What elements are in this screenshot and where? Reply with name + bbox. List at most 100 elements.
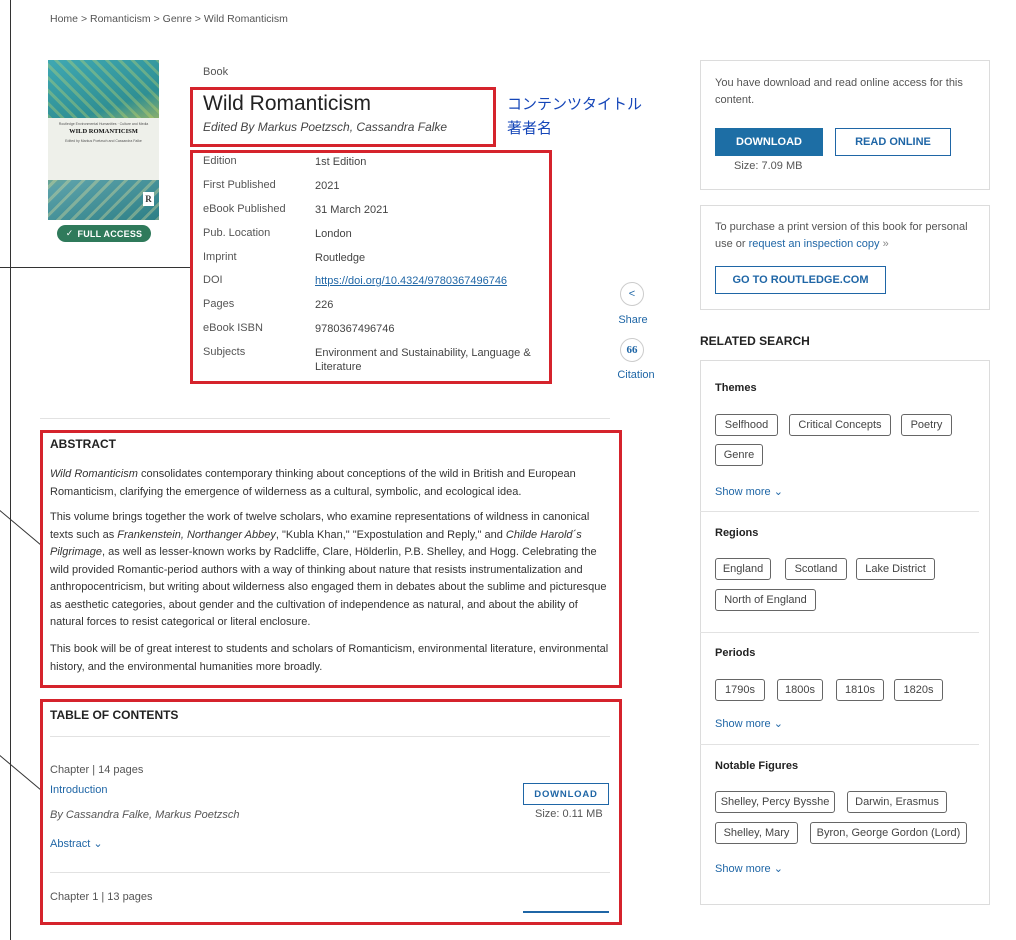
metadata-row: Pages 226	[203, 298, 540, 312]
group-heading-periods: Periods	[715, 647, 756, 659]
abstract-toggle-label: Abstract	[50, 838, 91, 850]
metadata-value: 9780367496746	[315, 323, 395, 335]
metadata-label: Edition	[203, 155, 237, 167]
tag-selfhood[interactable]: Selfhood	[715, 414, 778, 436]
metadata-row: Imprint Routledge	[203, 251, 540, 265]
doi-link[interactable]: https://doi.org/10.4324/9780367496746	[315, 274, 540, 288]
metadata-value: 1st Edition	[315, 156, 367, 168]
tag-poetry[interactable]: Poetry	[901, 414, 952, 436]
breadcrumb-separator: >	[153, 13, 160, 25]
breadcrumb-home[interactable]: Home	[50, 13, 78, 25]
tag-scotland[interactable]: Scotland	[785, 558, 847, 580]
metadata-row: Pub. Location London	[203, 227, 540, 241]
chevron-down-icon: ⌄	[773, 486, 783, 498]
breadcrumb-separator: >	[194, 13, 201, 25]
download-button[interactable]: DOWNLOAD	[715, 128, 823, 156]
tag-critical-concepts[interactable]: Critical Concepts	[789, 414, 891, 436]
group-heading-notable-figures: Notable Figures	[715, 760, 799, 772]
book-title-emphasis: Wild Romanticism	[50, 468, 138, 480]
cover-artwork-top	[48, 60, 159, 118]
metadata-row: First Published 2021	[203, 179, 540, 193]
chapter-meta: Chapter 1 | 13 pages	[50, 891, 153, 903]
read-online-button[interactable]: READ ONLINE	[835, 128, 951, 156]
group-heading-regions: Regions	[715, 527, 759, 539]
metadata-value: Routledge	[315, 252, 366, 264]
tag-england[interactable]: England	[715, 558, 771, 580]
full-access-label: FULL ACCESS	[77, 228, 143, 239]
abstract-text: , as well as lesser-known works by Radcl…	[50, 546, 607, 628]
tag-1790s[interactable]: 1790s	[715, 679, 765, 701]
breadcrumb-current: Wild Romanticism	[203, 13, 288, 25]
metadata-label: DOI	[203, 274, 223, 286]
tag-byron-george-gordon[interactable]: Byron, George Gordon (Lord)	[810, 822, 967, 844]
tag-genre[interactable]: Genre	[715, 444, 763, 466]
breadcrumb-genre[interactable]: Genre	[163, 13, 192, 25]
share-label[interactable]: Share	[616, 314, 650, 326]
cover-title: WILD ROMANTICISM	[69, 128, 138, 135]
metadata-value: 226	[315, 299, 334, 311]
citation-label[interactable]: Citation	[614, 369, 658, 381]
toc-heading: TABLE OF CONTENTS	[50, 708, 179, 722]
chapter-authors: By Cassandra Falke, Markus Poetzsch	[50, 809, 240, 821]
breadcrumb-separator: >	[80, 13, 88, 25]
tag-1800s[interactable]: 1800s	[777, 679, 823, 701]
chapter-file-size: Size: 0.11 MB	[535, 808, 603, 820]
metadata-label: Pages	[203, 298, 235, 310]
chevron-down-icon: ⌄	[773, 718, 783, 730]
cover-editors: Edited by Markus Poetzsch and Cassandra …	[65, 139, 142, 143]
tag-1820s[interactable]: 1820s	[894, 679, 943, 701]
full-access-badge: ✓ FULL ACCESS	[57, 225, 151, 242]
tag-darwin-erasmus[interactable]: Darwin, Erasmus	[847, 791, 947, 813]
inspection-copy-link[interactable]: request an inspection copy	[749, 238, 880, 250]
share-icon: <	[628, 288, 636, 300]
share-button[interactable]: <	[620, 282, 644, 306]
abstract-paragraph: This book will be of great interest to s…	[50, 643, 609, 673]
quote-icon: 66	[626, 344, 638, 356]
chapter-meta: Chapter | 14 pages	[50, 764, 144, 776]
metadata-label: eBook Published	[203, 203, 286, 215]
show-more-themes[interactable]: Show more ⌄	[715, 485, 783, 498]
cover-series: Routledge Environmental Humanities · Cul…	[58, 122, 149, 126]
work-title-emphasis: Frankenstein, Northanger Abbey	[117, 528, 276, 541]
divider	[700, 632, 979, 633]
show-more-notable-figures[interactable]: Show more ⌄	[715, 862, 783, 875]
show-more-label: Show more	[715, 863, 771, 875]
tag-shelley-percy-bysshe[interactable]: Shelley, Percy Bysshe	[715, 791, 835, 813]
show-more-periods[interactable]: Show more ⌄	[715, 717, 783, 730]
divider	[700, 511, 979, 512]
publisher-logo: R	[143, 192, 154, 206]
tag-lake-district[interactable]: Lake District	[856, 558, 935, 580]
chapter-title-link[interactable]: Introduction	[50, 782, 107, 799]
annotation-pointer-metadata	[0, 267, 190, 268]
tag-shelley-mary[interactable]: Shelley, Mary	[715, 822, 798, 844]
metadata-value: 31 March 2021	[315, 204, 389, 216]
divider	[40, 418, 610, 419]
chapter-download-button[interactable]: DOWNLOAD	[523, 783, 609, 805]
breadcrumb: Home > Romanticism > Genre > Wild Romant…	[50, 13, 288, 25]
abstract-text: , "Kubla Khan," "Expostulation and Reply…	[275, 528, 506, 541]
metadata-label: eBook ISBN	[203, 322, 263, 334]
file-size: Size: 7.09 MB	[734, 160, 803, 172]
metadata-label: Imprint	[203, 251, 237, 263]
tag-1810s[interactable]: 1810s	[836, 679, 884, 701]
content-type-label: Book	[203, 66, 229, 78]
tag-north-of-england[interactable]: North of England	[715, 589, 816, 611]
abstract-paragraph: This volume brings together the work of …	[50, 509, 612, 632]
metadata-row: eBook Published 31 March 2021	[203, 203, 540, 217]
group-heading-themes: Themes	[715, 382, 757, 394]
metadata-row: Edition 1st Edition	[203, 155, 540, 169]
chapter-download-button-partial[interactable]	[523, 911, 609, 913]
metadata-label: Pub. Location	[203, 227, 271, 239]
metadata-row: Subjects Environment and Sustainability, …	[203, 346, 540, 374]
related-search-heading: RELATED SEARCH	[700, 334, 810, 348]
chevron-right-icon: »	[882, 238, 889, 250]
metadata-row: DOI https://doi.org/10.4324/9780367496746	[203, 274, 540, 288]
go-to-routledge-button[interactable]: GO TO ROUTLEDGE.COM	[715, 266, 886, 294]
metadata-label: First Published	[203, 179, 276, 191]
chapter-abstract-toggle[interactable]: Abstract ⌄	[50, 836, 103, 853]
annotation-label-title: コンテンツタイトル	[507, 96, 643, 113]
breadcrumb-section[interactable]: Romanticism	[90, 13, 151, 25]
divider	[50, 872, 610, 873]
show-more-label: Show more	[715, 486, 771, 498]
citation-button[interactable]: 66	[620, 338, 644, 362]
